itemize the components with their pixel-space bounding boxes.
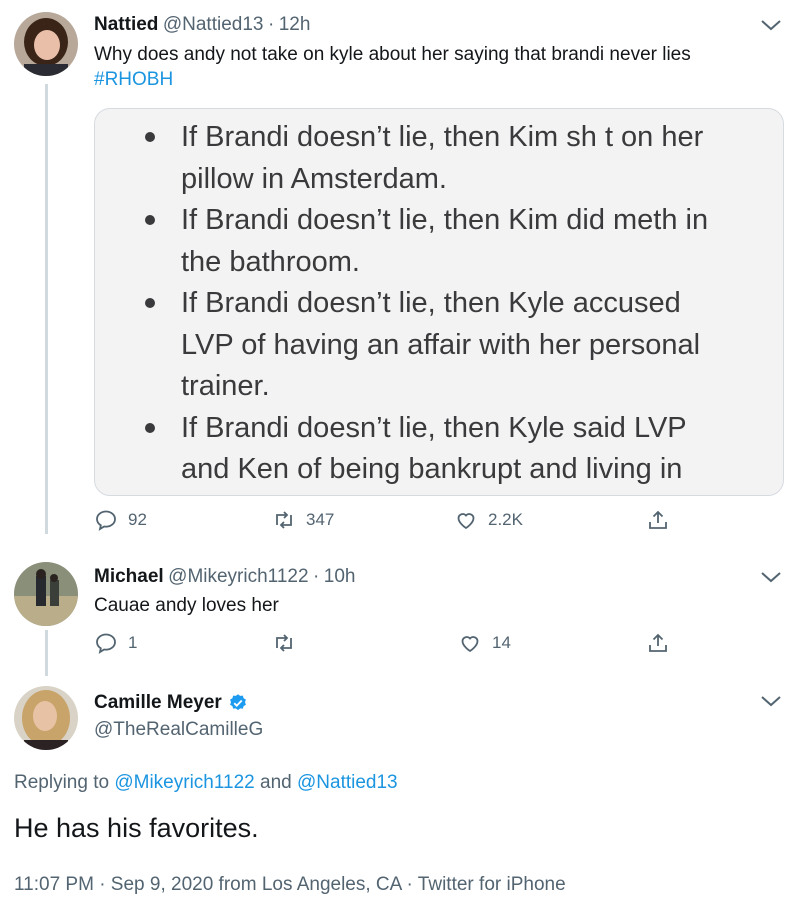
reply-button[interactable]: 92 [94, 508, 147, 532]
author-handle[interactable]: @Nattied13 [163, 14, 264, 35]
author-name[interactable]: Nattied [94, 14, 158, 35]
media-bullet: If Brandi doesn’t lie, then Kyle said LV… [95, 408, 783, 491]
retweet-icon [276, 634, 292, 652]
media-line: If Brandi doesn’t lie, then Kyle accused [181, 287, 681, 319]
tweet-media-image[interactable]: If Brandi doesn’t lie, then Kim sh t on … [94, 108, 784, 496]
tweet-timestamp[interactable]: 11:07 PM · Sep 9, 2020 from Los Angeles,… [14, 874, 566, 896]
author-handle[interactable]: @TheRealCamilleG [94, 719, 263, 741]
replying-and: and [254, 772, 297, 793]
media-line: If Brandi doesn’t lie, then Kim sh t on … [181, 121, 704, 153]
share-button[interactable] [646, 631, 670, 655]
replying-prefix: Replying to [14, 772, 115, 793]
author-handle[interactable]: @Mikeyrich1122 [168, 566, 308, 587]
author-name[interactable]: Camille Meyer [94, 692, 222, 714]
media-bullet: If Brandi doesn’t lie, then Kyle accused… [95, 283, 783, 408]
tweet-text: Cauae andy loves her [94, 595, 279, 616]
avatar[interactable] [14, 12, 78, 76]
avatar[interactable] [14, 562, 78, 626]
chevron-down-icon[interactable] [760, 694, 782, 708]
tweet-actions: 1 14 [94, 631, 684, 659]
reply-icon [96, 510, 116, 531]
share-icon [649, 510, 667, 529]
replying-to: Replying to @Mikeyrich1122 and @Nattied1… [14, 772, 398, 794]
mention-link[interactable]: @Nattied13 [297, 772, 398, 793]
media-line: trainer. [181, 370, 270, 402]
thread-line [45, 84, 48, 534]
media-line: pillow in Amsterdam. [181, 162, 447, 195]
reply-button[interactable]: 1 [94, 631, 137, 655]
verified-badge-icon [229, 694, 246, 711]
retweet-button[interactable] [272, 631, 306, 655]
thread-line [45, 630, 48, 676]
reply-count: 1 [128, 633, 138, 652]
reply-icon [96, 633, 116, 654]
chevron-down-icon[interactable] [760, 18, 782, 32]
media-line: the bathroom. [181, 245, 360, 278]
media-bullet: If Brandi doesn’t lie, then Kim did meth… [95, 200, 783, 283]
tweet-time[interactable]: 10h [324, 566, 356, 587]
like-icon [461, 636, 479, 653]
retweet-button[interactable]: 347 [272, 508, 334, 532]
media-line: and Ken of being bankrupt and living in [181, 453, 683, 485]
tweet-text: He has his favorites. [14, 813, 259, 843]
share-button[interactable] [646, 508, 670, 532]
tweet-time[interactable]: 12h [279, 14, 311, 35]
separator: · [267, 14, 275, 35]
separator: · [313, 566, 320, 587]
reply-count: 92 [128, 510, 147, 529]
like-icon [457, 513, 475, 530]
tweet-actions: 92 347 2.2K [94, 508, 684, 536]
like-button[interactable]: 2.2K [454, 508, 523, 532]
share-icon [649, 633, 667, 652]
retweet-icon [276, 511, 292, 529]
hashtag-link[interactable]: #RHOBH [94, 69, 784, 91]
like-button[interactable]: 14 [458, 631, 511, 655]
media-line: LVP of having an affair with her persona… [181, 328, 701, 361]
like-count: 14 [492, 633, 511, 652]
author-name[interactable]: Michael [94, 566, 164, 587]
media-line: If Brandi doesn’t lie, then Kim did meth… [181, 204, 709, 236]
like-count: 2.2K [488, 510, 523, 529]
mention-link[interactable]: @Mikeyrich1122 [114, 772, 254, 793]
avatar[interactable] [14, 686, 78, 750]
media-bullet: If Brandi doesn’t lie, then Kim sh t on … [95, 117, 783, 200]
retweet-count: 347 [306, 510, 335, 529]
chevron-down-icon[interactable] [760, 570, 782, 584]
tweet-text: Why does andy not take on kyle about her… [94, 44, 691, 65]
media-line: If Brandi doesn’t lie, then Kyle said LV… [181, 411, 687, 444]
